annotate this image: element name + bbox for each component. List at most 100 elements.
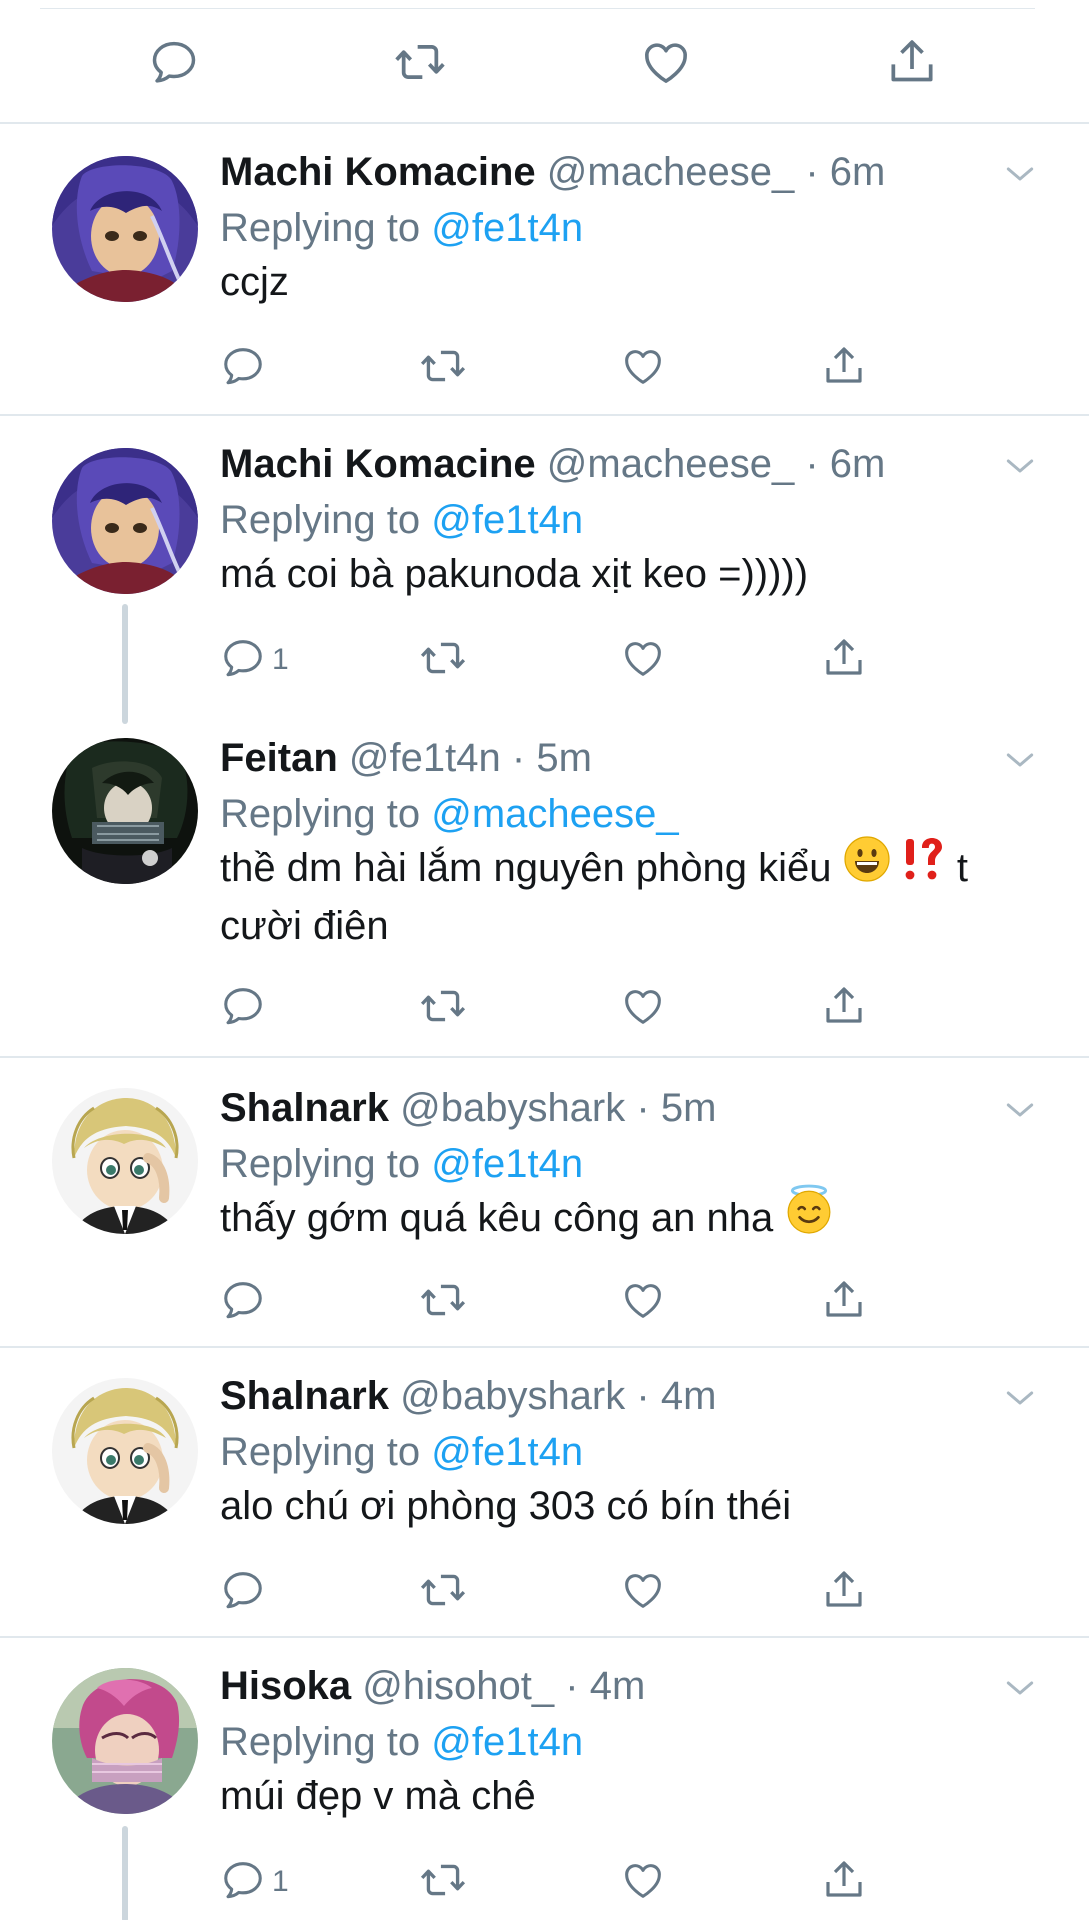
- mention-link[interactable]: @fe1t4n: [431, 1430, 583, 1474]
- tweet-header: Shalnark @babyshark · 4m: [220, 1370, 716, 1422]
- top-divider: [40, 8, 1035, 9]
- display-name[interactable]: Machi Komacine: [220, 150, 536, 194]
- timestamp[interactable]: 6m: [830, 150, 886, 194]
- share-button[interactable]: [820, 1272, 868, 1332]
- reply-icon: [220, 343, 266, 394]
- avatar[interactable]: [52, 738, 198, 884]
- retweet-icon: [418, 981, 468, 1036]
- reply-icon[interactable]: [146, 34, 202, 90]
- avatar[interactable]: [52, 1378, 198, 1524]
- chevron-down-icon[interactable]: [1000, 446, 1040, 486]
- share-button[interactable]: [820, 630, 868, 690]
- display-name[interactable]: Shalnark: [220, 1374, 389, 1418]
- avatar[interactable]: [52, 1668, 198, 1814]
- like-icon: [620, 1277, 666, 1328]
- timestamp[interactable]: 5m: [536, 736, 592, 780]
- replying-prefix: Replying to: [220, 498, 421, 542]
- mention-link[interactable]: @fe1t4n: [431, 1142, 583, 1186]
- tweet-thread-screen: Machi Komacine @macheese_ · 6m Replying …: [0, 0, 1089, 1920]
- like-icon[interactable]: [638, 34, 694, 90]
- display-name[interactable]: Shalnark: [220, 1086, 389, 1130]
- retweet-button[interactable]: [418, 1562, 468, 1622]
- tweet-text: múi đẹp v mà chê: [220, 1774, 536, 1818]
- separator-dot: ·: [636, 1086, 650, 1130]
- share-button[interactable]: [820, 1562, 868, 1622]
- replying-to: Replying to @fe1t4n: [220, 202, 583, 254]
- retweet-button[interactable]: [418, 1852, 468, 1912]
- timestamp[interactable]: 4m: [590, 1664, 646, 1708]
- reply-button[interactable]: 1: [220, 630, 289, 690]
- reply-button[interactable]: [220, 338, 272, 398]
- chevron-down-icon[interactable]: [1000, 1090, 1040, 1130]
- retweet-button[interactable]: [418, 338, 468, 398]
- divider: [0, 1346, 1089, 1348]
- reply-button[interactable]: 1: [220, 1852, 289, 1912]
- chevron-down-icon[interactable]: [1000, 1378, 1040, 1418]
- user-handle[interactable]: @fe1t4n: [349, 736, 501, 780]
- separator-dot: ·: [805, 150, 819, 194]
- reply-icon: [220, 1567, 266, 1618]
- retweet-icon[interactable]: [392, 34, 448, 90]
- reply-icon: [220, 1857, 266, 1908]
- like-button[interactable]: [620, 1562, 666, 1622]
- share-button[interactable]: [820, 978, 868, 1038]
- tweet-actions: [0, 1272, 1089, 1332]
- like-button[interactable]: [620, 1852, 666, 1912]
- mention-link[interactable]: @fe1t4n: [431, 206, 583, 250]
- tweet-text-part: thề dm hài lắm nguyên phòng kiểu: [220, 846, 832, 890]
- like-icon: [620, 1857, 666, 1908]
- mention-link[interactable]: @fe1t4n: [431, 1720, 583, 1764]
- replying-to: Replying to @fe1t4n: [220, 494, 583, 546]
- retweet-button[interactable]: [418, 630, 468, 690]
- display-name[interactable]: Machi Komacine: [220, 442, 536, 486]
- divider: [0, 414, 1089, 416]
- like-button[interactable]: [620, 630, 666, 690]
- tweet-text: alo chú ơi phòng 303 có bín théi: [220, 1484, 792, 1528]
- like-button[interactable]: [620, 1272, 666, 1332]
- avatar[interactable]: [52, 1088, 198, 1234]
- mention-link[interactable]: @fe1t4n: [431, 498, 583, 542]
- tweet-actions: [0, 1562, 1089, 1622]
- share-icon: [820, 1566, 868, 1619]
- timestamp[interactable]: 4m: [661, 1374, 717, 1418]
- chevron-down-icon[interactable]: [1000, 1668, 1040, 1708]
- share-button[interactable]: [820, 338, 868, 398]
- tweet-text-line: cười điên: [220, 903, 389, 948]
- user-handle[interactable]: @hisohot_: [362, 1664, 554, 1708]
- timestamp[interactable]: 5m: [661, 1086, 717, 1130]
- mention-link[interactable]: @macheese_: [431, 792, 678, 836]
- user-handle[interactable]: @macheese_: [547, 442, 794, 486]
- like-button[interactable]: [620, 978, 666, 1038]
- replying-to: Replying to @fe1t4n: [220, 1426, 583, 1478]
- user-handle[interactable]: @babyshark: [400, 1374, 625, 1418]
- divider: [0, 122, 1089, 124]
- reply-button[interactable]: [220, 1272, 272, 1332]
- tweet-actions: 1: [0, 630, 1089, 690]
- share-button[interactable]: [820, 1852, 868, 1912]
- replying-to: Replying to @fe1t4n: [220, 1138, 583, 1190]
- user-handle[interactable]: @babyshark: [400, 1086, 625, 1130]
- tweet-header: Hisoka @hisohot_ · 4m: [220, 1660, 645, 1712]
- like-icon: [620, 983, 666, 1034]
- retweet-button[interactable]: [418, 978, 468, 1038]
- timestamp[interactable]: 6m: [830, 442, 886, 486]
- tweet-text: thề dm hài lắm nguyên phòng kiểu t cười …: [220, 836, 1040, 954]
- display-name[interactable]: Feitan: [220, 736, 338, 780]
- replying-prefix: Replying to: [220, 1142, 421, 1186]
- avatar[interactable]: [52, 448, 198, 594]
- replying-prefix: Replying to: [220, 206, 421, 250]
- like-button[interactable]: [620, 338, 666, 398]
- tweet-header: Feitan @fe1t4n · 5m: [220, 732, 592, 784]
- tweet-actions: [0, 978, 1089, 1038]
- retweet-button[interactable]: [418, 1272, 468, 1332]
- chevron-down-icon[interactable]: [1000, 740, 1040, 780]
- reply-button[interactable]: [220, 1562, 272, 1622]
- display-name[interactable]: Hisoka: [220, 1664, 351, 1708]
- share-icon[interactable]: [884, 34, 940, 90]
- chevron-down-icon[interactable]: [1000, 154, 1040, 194]
- user-handle[interactable]: @macheese_: [547, 150, 794, 194]
- like-icon: [620, 1567, 666, 1618]
- reply-button[interactable]: [220, 978, 272, 1038]
- avatar[interactable]: [52, 156, 198, 302]
- like-icon: [620, 635, 666, 686]
